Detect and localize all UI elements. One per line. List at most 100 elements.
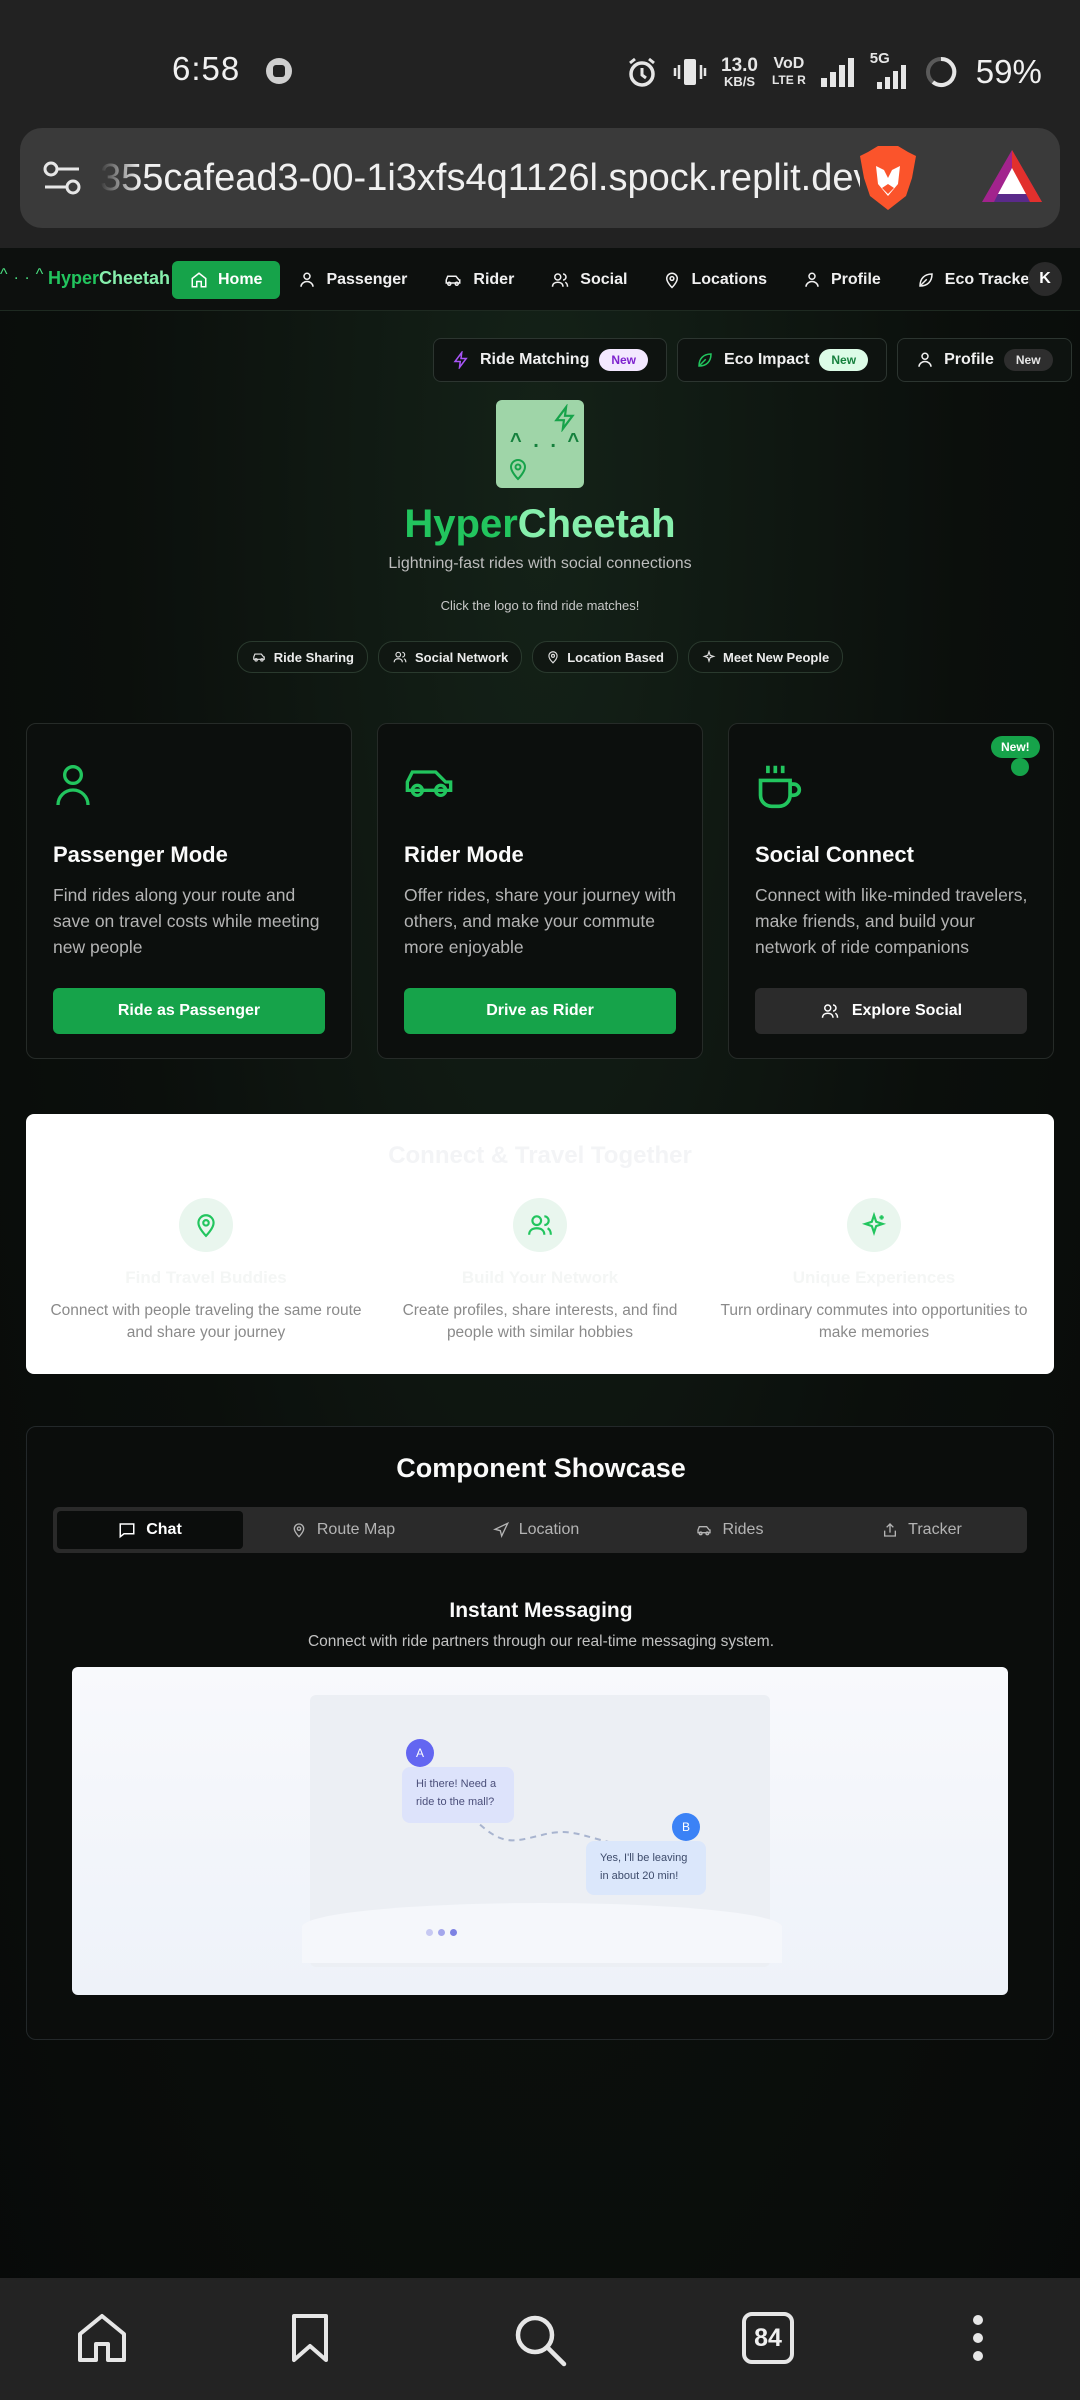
navigation-icon — [492, 1522, 509, 1538]
bookmark-icon[interactable] — [288, 2312, 332, 2364]
eco-impact-button[interactable]: Eco Impact New — [677, 338, 888, 382]
new-badge: New — [1003, 349, 1053, 371]
map-pin-icon — [509, 459, 527, 481]
car-icon — [252, 653, 265, 662]
component-showcase: Component Showcase Chat Route Map Locati… — [26, 1426, 1054, 2040]
avatar-a: A — [406, 1739, 434, 1767]
chat-bubble-a: Hi there! Need a ride to the mall? — [402, 1767, 514, 1823]
app-navbar: ^ . . ^ HyperCheetah Home Passenger Ride… — [0, 248, 1080, 311]
new-badge: New — [599, 349, 649, 371]
nav-item-home[interactable]: Home — [172, 261, 281, 299]
nav-item-locations[interactable]: Locations — [645, 261, 785, 299]
more-menu-icon[interactable] — [966, 2312, 990, 2364]
map-pin-icon — [197, 1214, 215, 1238]
brand-name[interactable]: HyperCheetah — [48, 268, 170, 289]
feature-build-network: Build Your Network Create profiles, shar… — [380, 1198, 700, 1344]
alarm-icon — [629, 57, 655, 87]
brand-logo[interactable]: ^ . . ^ — [0, 266, 44, 284]
site-settings-icon[interactable] — [42, 158, 82, 198]
brave-rewards-icon[interactable] — [980, 148, 1044, 204]
passenger-mode-card: Passenger Mode Find rides along your rou… — [26, 723, 352, 1059]
sparkles-icon — [861, 1212, 887, 1237]
map-pin-icon — [293, 1523, 305, 1538]
volte-indicator: VoD LTE R — [771, 55, 806, 88]
hero-logo[interactable]: ^ . . ^ — [496, 400, 584, 488]
feature-unique-experiences: Unique Experiences Turn ordinary commute… — [714, 1198, 1034, 1344]
cheetah-face: ^ . . ^ — [510, 430, 583, 452]
social-connect-card: New! Social Connect Connect with like-mi… — [728, 723, 1054, 1059]
card-description: Connect with like-minded travelers, make… — [755, 885, 1028, 957]
network-speed: 13.0 KB/S — [721, 54, 758, 89]
tab-count-button[interactable]: 84 — [742, 2312, 794, 2364]
status-time: 6:58 — [172, 50, 241, 87]
tag-meet-new-people: Meet New People — [687, 641, 844, 673]
zap-icon — [453, 351, 468, 369]
browser-toolbar: 355cafead3-00-1i3xfs4q1126l.spock.replit… — [0, 128, 1080, 248]
battery-percent: 59% — [975, 53, 1042, 90]
tab-location[interactable]: Location — [443, 1511, 629, 1549]
avatar[interactable]: K — [1028, 262, 1062, 296]
showcase-tabs: Chat Route Map Location Rides Tracker — [53, 1507, 1027, 1553]
url-text[interactable]: 355cafead3-00-1i3xfs4q1126l.spock.replit… — [100, 150, 860, 206]
status-icons: 13.0 KB/S VoD LTE R 5G 59% — [625, 50, 1042, 92]
typing-indicator — [426, 1929, 457, 1936]
hero-title: HyperCheetah — [404, 502, 676, 546]
card-description: Find rides along your route and save on … — [53, 885, 320, 957]
tag-social-network: Social Network — [377, 641, 523, 673]
feature-pills: Ride Matching New Eco Impact New Profile… — [433, 338, 1072, 382]
ride-matching-button[interactable]: Ride Matching New — [433, 338, 668, 382]
tag-ride-sharing: Ride Sharing — [236, 641, 368, 673]
profile-button[interactable]: Profile New — [897, 338, 1072, 382]
search-icon[interactable] — [512, 2312, 568, 2368]
showcase-title: Component Showcase — [396, 1453, 686, 1483]
feature-find-buddies: Find Travel Buddies Connect with people … — [46, 1198, 366, 1344]
battery-ring-icon — [925, 56, 957, 87]
tag-location-based: Location Based — [532, 641, 678, 673]
brave-shields-icon[interactable] — [856, 144, 920, 212]
users-icon — [528, 1215, 552, 1235]
message-icon — [119, 1523, 135, 1539]
car-icon — [696, 1526, 711, 1536]
map-pin-icon — [666, 272, 679, 289]
tab-route-map[interactable]: Route Map — [250, 1511, 436, 1549]
hero-subtitle: Lightning-fast rides with social connect… — [388, 555, 692, 572]
signal-icon — [820, 58, 854, 87]
user-icon — [805, 272, 819, 287]
notification-icon — [266, 58, 292, 84]
tab-rides[interactable]: Rides — [636, 1511, 822, 1549]
home-icon[interactable] — [76, 2312, 128, 2364]
coffee-icon — [758, 765, 802, 809]
avatar-b: B — [672, 1813, 700, 1841]
card-title: Rider Mode — [404, 842, 524, 867]
chat-bubble-b: Yes, I'll be leaving in about 20 min! — [586, 1841, 706, 1895]
new-badge: New — [819, 349, 869, 371]
car-icon — [405, 770, 453, 797]
tab-tracker[interactable]: Tracker — [829, 1511, 1015, 1549]
browser-bottom-bar: 84 — [0, 2278, 1080, 2400]
ride-as-passenger-button[interactable]: Ride as Passenger — [53, 988, 325, 1034]
nav-items: Home Passenger Rider Social Locations Pr… — [172, 261, 1054, 299]
home-icon — [191, 272, 207, 288]
leaf-icon — [919, 273, 933, 287]
nav-item-passenger[interactable]: Passenger — [280, 261, 425, 299]
drive-as-rider-button[interactable]: Drive as Rider — [404, 988, 676, 1034]
chat-preview: A Hi there! Need a ride to the mall? B Y… — [72, 1667, 1008, 1995]
status-bar: 6:58 13.0 KB/S VoD LTE R 5G 59% — [0, 0, 1080, 128]
card-title: Passenger Mode — [53, 842, 228, 867]
users-icon — [821, 1004, 839, 1018]
new-badge: New! — [991, 736, 1040, 758]
nav-item-social[interactable]: Social — [532, 261, 645, 299]
tab-chat[interactable]: Chat — [57, 1511, 243, 1549]
nav-item-profile[interactable]: Profile — [785, 261, 899, 299]
sparkles-icon — [702, 650, 716, 663]
chat-connector-line — [471, 1816, 623, 1846]
user-icon — [918, 352, 932, 367]
rider-mode-card: Rider Mode Offer rides, share your journ… — [377, 723, 703, 1059]
users-icon — [1011, 758, 1029, 776]
address-bar[interactable]: 355cafead3-00-1i3xfs4q1126l.spock.replit… — [20, 128, 1060, 228]
car-icon — [445, 275, 461, 286]
nav-item-rider[interactable]: Rider — [425, 261, 532, 299]
vibrate-icon — [673, 59, 707, 85]
explore-social-button[interactable]: Explore Social — [755, 988, 1027, 1034]
share-icon — [884, 1523, 897, 1537]
